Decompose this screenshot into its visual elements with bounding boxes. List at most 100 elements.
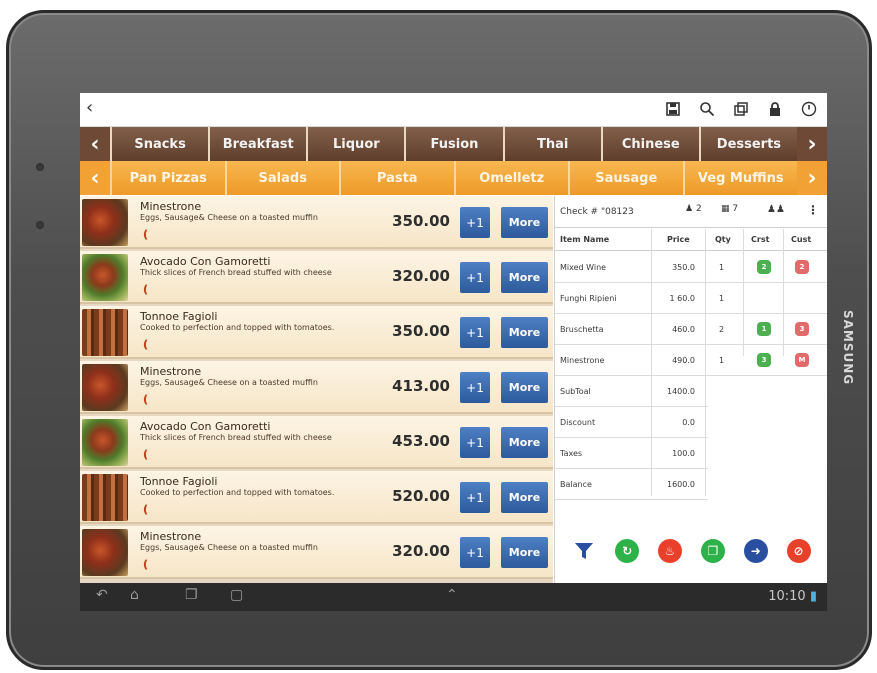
add-one-button[interactable]: +1 bbox=[460, 427, 490, 458]
power-icon[interactable] bbox=[799, 99, 819, 119]
subcategory-prev-button[interactable]: ‹ bbox=[80, 161, 110, 195]
spicy-icon: ❪ bbox=[141, 503, 151, 516]
customer-badge[interactable]: M bbox=[795, 353, 809, 367]
overflow-menu-icon[interactable]: ⋮ bbox=[807, 203, 819, 217]
menu-item-description: Cooked to perfection and topped with tom… bbox=[140, 323, 335, 332]
windows-icon[interactable] bbox=[731, 99, 751, 119]
copy-icon[interactable]: ❐ bbox=[700, 539, 725, 563]
home-nav-icon[interactable]: ⌂ bbox=[130, 587, 139, 603]
subcategory-tab-pasta[interactable]: Pasta bbox=[339, 161, 454, 195]
category-tab-fusion[interactable]: Fusion bbox=[404, 127, 503, 161]
more-button[interactable]: More bbox=[501, 317, 548, 348]
course-badge[interactable]: 1 bbox=[757, 322, 771, 336]
recent-apps-icon[interactable]: ❐ bbox=[185, 587, 198, 603]
save-icon[interactable] bbox=[663, 99, 683, 119]
menu-item-description: Thick slices of French bread stuffed wit… bbox=[140, 268, 332, 277]
menu-item-name: Minestrone bbox=[140, 365, 202, 378]
guests-icon: ♟ bbox=[685, 204, 694, 214]
subcategory-next-button[interactable]: › bbox=[797, 161, 827, 195]
subcategory-tab-sausage[interactable]: Sausage bbox=[568, 161, 683, 195]
subcategory-tab-pan-pizzas[interactable]: Pan Pizzas bbox=[110, 161, 225, 195]
balance-row: Balance 1600.0 bbox=[555, 470, 708, 500]
discount-row: Discount 0.0 bbox=[555, 408, 708, 438]
screenshot-icon[interactable]: ▢ bbox=[230, 587, 243, 603]
taxes-row: Taxes 100.0 bbox=[555, 439, 708, 469]
course-badge[interactable]: 2 bbox=[757, 260, 771, 274]
order-line[interactable]: Funghi Ripieni 1 60.0 1 bbox=[555, 283, 827, 314]
column-customer: Cust bbox=[791, 235, 812, 244]
spicy-icon: ❪ bbox=[141, 283, 151, 296]
add-one-button[interactable]: +1 bbox=[460, 372, 490, 403]
add-one-button[interactable]: +1 bbox=[460, 207, 490, 238]
column-item-name: Item Name bbox=[560, 235, 610, 244]
spicy-icon: ❪ bbox=[141, 448, 151, 461]
menu-item-row[interactable]: Avocado Con Gamoretti Thick slices of Fr… bbox=[80, 416, 553, 469]
food-thumbnail bbox=[82, 199, 128, 246]
chevron-left-icon: ‹ bbox=[90, 131, 100, 157]
order-line[interactable]: Mixed Wine 350.0 1 2 2 bbox=[555, 252, 827, 283]
food-thumbnail bbox=[82, 529, 128, 576]
signal-icon: ▮ bbox=[809, 589, 817, 604]
subcategory-tab-veg-muffins[interactable]: Veg Muffins bbox=[682, 161, 797, 195]
menu-item-price: 350.00 bbox=[392, 322, 450, 340]
order-header: Check # "08123 ♟ 2 ▦ 7 ♟♟ ⋮ bbox=[555, 196, 827, 228]
more-button[interactable]: More bbox=[501, 482, 548, 513]
filter-icon[interactable] bbox=[572, 539, 596, 563]
arrow-right-icon[interactable]: ➜ bbox=[743, 539, 768, 563]
more-button[interactable]: More bbox=[501, 372, 548, 403]
waiter-icon[interactable]: ♟♟ bbox=[767, 204, 785, 215]
order-columns-header: Item Name Price Qty Crst Cust bbox=[555, 229, 827, 251]
menu-item-row[interactable]: Minestrone Eggs, Sausage& Cheese on a to… bbox=[80, 196, 553, 249]
order-line[interactable]: Minestrone 490.0 1 3 M bbox=[555, 345, 827, 376]
menu-item-price: 520.00 bbox=[392, 487, 450, 505]
lock-icon[interactable] bbox=[765, 99, 785, 119]
add-one-button[interactable]: +1 bbox=[460, 262, 490, 293]
menu-item-price: 320.00 bbox=[392, 267, 450, 285]
menu-item-name: Tonnoe Fagioli bbox=[140, 310, 218, 323]
table-number[interactable]: ▦ 7 bbox=[721, 204, 738, 214]
menu-item-row[interactable]: Minestrone Eggs, Sausage& Cheese on a to… bbox=[80, 526, 553, 579]
chevron-up-icon[interactable]: ⌃ bbox=[446, 587, 458, 603]
add-one-button[interactable]: +1 bbox=[460, 537, 490, 568]
more-button[interactable]: More bbox=[501, 262, 548, 293]
menu-item-price: 413.00 bbox=[392, 377, 450, 395]
more-button[interactable]: More bbox=[501, 207, 548, 238]
more-button[interactable]: More bbox=[501, 427, 548, 458]
order-line[interactable]: Bruschetta 460.0 2 1 3 bbox=[555, 314, 827, 345]
add-one-button[interactable]: +1 bbox=[460, 482, 490, 513]
status-clock: 10:10 ▮ bbox=[768, 589, 817, 604]
order-panel: Check # "08123 ♟ 2 ▦ 7 ♟♟ ⋮ Item Name Pr… bbox=[554, 196, 827, 583]
refresh-icon[interactable]: ↻ bbox=[615, 539, 640, 563]
menu-item-row[interactable]: Tonnoe Fagioli Cooked to perfection and … bbox=[80, 471, 553, 524]
add-one-button[interactable]: +1 bbox=[460, 317, 490, 348]
subcategory-tab-salads[interactable]: Salads bbox=[224, 161, 339, 195]
category-tab-snacks[interactable]: Snacks bbox=[110, 127, 209, 161]
menu-item-name: Tonnoe Fagioli bbox=[140, 475, 218, 488]
category-tab-chinese[interactable]: Chinese bbox=[600, 127, 699, 161]
subcategory-tab-omelletz[interactable]: Omelletz bbox=[453, 161, 568, 195]
course-badge[interactable]: 3 bbox=[757, 353, 771, 367]
category-prev-button[interactable]: ‹ bbox=[80, 127, 110, 161]
menu-item-description: Eggs, Sausage& Cheese on a toasted muffi… bbox=[140, 543, 318, 552]
back-button[interactable]: ‹ bbox=[86, 97, 93, 118]
food-thumbnail bbox=[82, 474, 128, 521]
more-button[interactable]: More bbox=[501, 537, 548, 568]
menu-item-description: Eggs, Sausage& Cheese on a toasted muffi… bbox=[140, 378, 318, 387]
fire-icon[interactable]: ♨ bbox=[658, 539, 683, 563]
customer-badge[interactable]: 2 bbox=[795, 260, 809, 274]
category-tab-breakfast[interactable]: Breakfast bbox=[208, 127, 307, 161]
chevron-right-icon: › bbox=[807, 131, 817, 157]
cancel-icon[interactable]: ⊘ bbox=[786, 539, 811, 563]
guest-count[interactable]: ♟ 2 bbox=[685, 204, 702, 214]
menu-item-row[interactable]: Avocado Con Gamoretti Thick slices of Fr… bbox=[80, 251, 553, 304]
category-next-button[interactable]: › bbox=[797, 127, 827, 161]
search-icon[interactable] bbox=[697, 99, 717, 119]
menu-item-row[interactable]: Tonnoe Fagioli Cooked to perfection and … bbox=[80, 306, 553, 359]
category-tab-thai[interactable]: Thai bbox=[502, 127, 601, 161]
category-tab-liquor[interactable]: Liquor bbox=[306, 127, 405, 161]
category-tab-desserts[interactable]: Desserts bbox=[698, 127, 797, 161]
customer-badge[interactable]: 3 bbox=[795, 322, 809, 336]
back-nav-icon[interactable]: ↶ bbox=[96, 587, 108, 603]
menu-item-description: Thick slices of French bread stuffed wit… bbox=[140, 433, 332, 442]
menu-item-row[interactable]: Minestrone Eggs, Sausage& Cheese on a to… bbox=[80, 361, 553, 414]
